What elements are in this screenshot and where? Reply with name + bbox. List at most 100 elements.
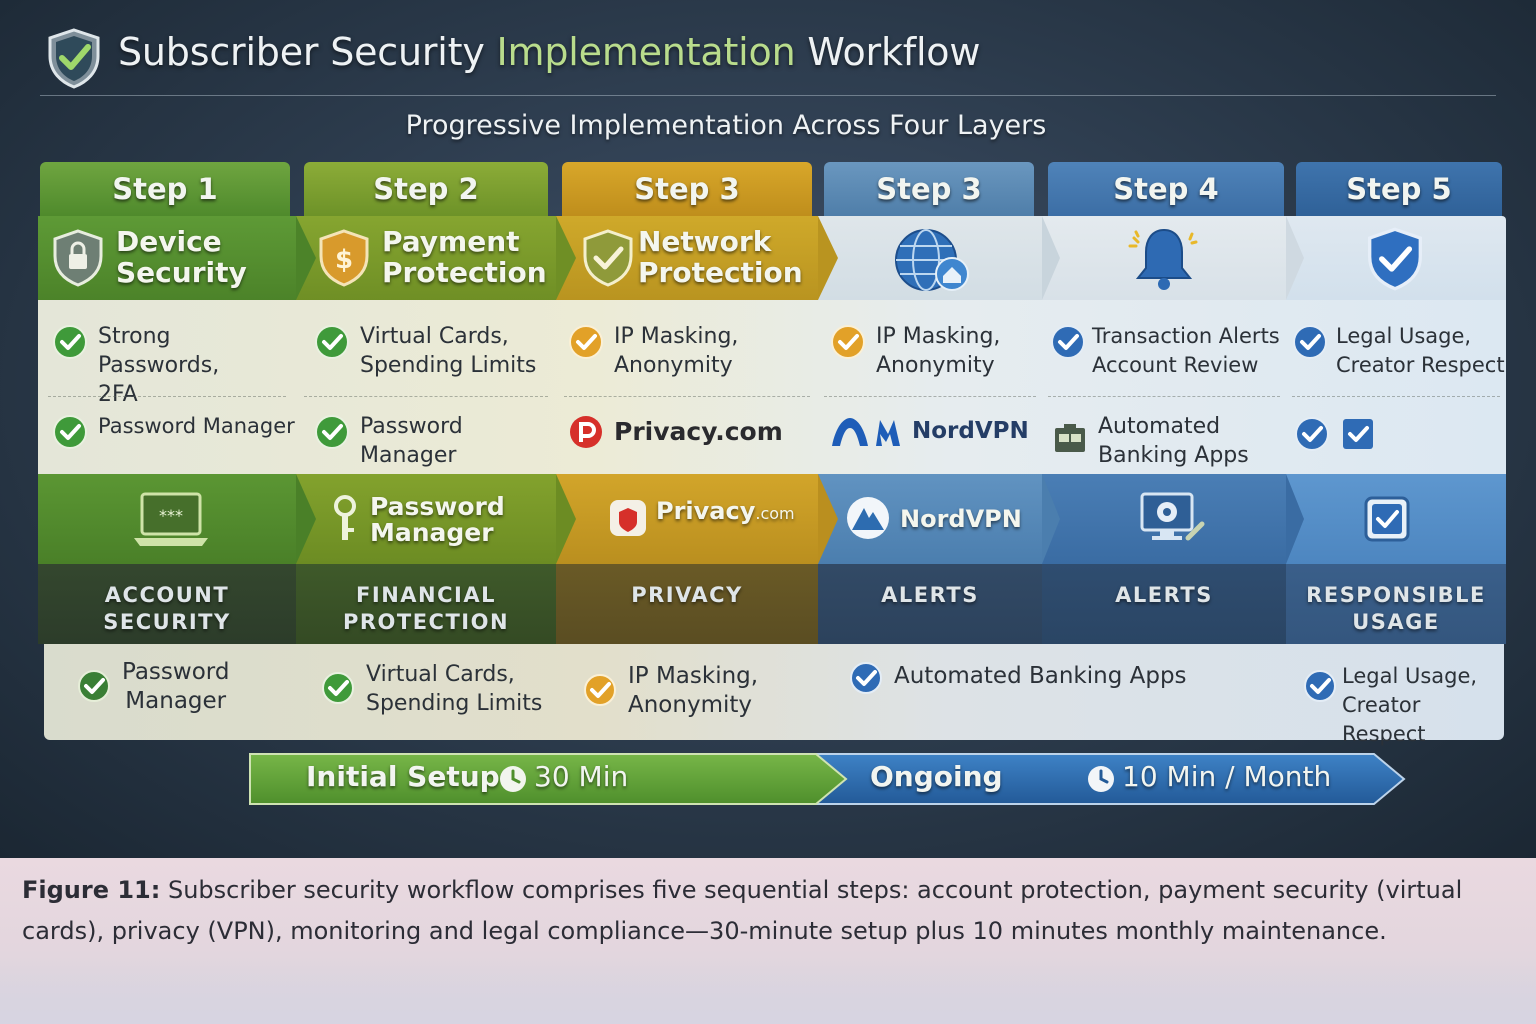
list-item: Automated Banking Apps (1052, 412, 1249, 470)
list-item: Privacy.com (568, 412, 783, 450)
item-line: IP Masking, (628, 663, 759, 689)
divider (1292, 396, 1500, 397)
check-icon (569, 325, 603, 359)
shield-check-icon (1368, 227, 1422, 291)
list-item (1294, 414, 1386, 452)
tool-text: Password Manager (370, 494, 505, 546)
checkbox-icon (1364, 496, 1410, 542)
heading-line: Payment (382, 225, 520, 258)
heading-line: Device (116, 225, 222, 258)
item-text: IP Masking, Anonymity (614, 322, 738, 380)
monitor-gear-icon (1140, 492, 1205, 541)
divider (48, 396, 286, 397)
check-icon (1304, 670, 1336, 702)
list-item: NordVPN (830, 414, 1029, 448)
list-item: Legal Usage, Creator Respect (1292, 322, 1505, 380)
bottom-item-area: Password Manager (38, 644, 296, 740)
check-icon (315, 415, 349, 449)
bell-icon (1128, 228, 1198, 290)
check-icon (1051, 325, 1085, 359)
list-item: Virtual Cards, Spending Limits (314, 322, 536, 380)
timeline: Initial Setup 30 Min Ongoing 10 Min / Mo… (248, 752, 1408, 806)
tool-band: NordVPN (818, 474, 1042, 564)
step-column-2: Step 2 $ Payment Protection Virtual Cards… (296, 162, 556, 740)
check-icon (850, 662, 882, 694)
ongoing-time: 10 Min / Month (1122, 760, 1332, 793)
category-line: RESPONSIBLE (1306, 583, 1486, 607)
category-label: RESPONSIBLE USAGE (1286, 564, 1506, 644)
heading-band (818, 216, 1042, 300)
step-tab: Step 3 (562, 162, 812, 216)
bottom-item-area: Legal Usage, Creator Respect (1286, 644, 1504, 746)
page-title: Subscriber Security Implementation Workf… (118, 30, 980, 74)
item-line: IP Masking, (614, 324, 739, 349)
item-text: Privacy.com (614, 416, 783, 446)
heading-band (1042, 216, 1286, 300)
item-line: Legal Usage, (1336, 324, 1472, 348)
step-column-5: Step 4 Transaction Alerts Account Review … (1042, 162, 1286, 740)
heading-band: Network Protection (556, 216, 818, 300)
item-text: Transaction Alerts Account Review (1092, 322, 1280, 380)
step-column-1: Step 1 Device Security Strong Passwords, 2… (38, 162, 296, 740)
items-area: IP Masking, Anonymity NordVPN (818, 300, 1042, 474)
item-text: Virtual Cards, Spending Limits (360, 322, 536, 380)
heading-line: Protection (382, 256, 547, 289)
item-line: Virtual Cards, (360, 324, 509, 349)
caption-label: Figure 11: (22, 876, 161, 904)
item-text: NordVPN (912, 417, 1029, 444)
item-line: Password (360, 414, 463, 439)
item-line: Banking Apps (1098, 443, 1249, 468)
bottom-item-area: Virtual Cards, Spending Limits (296, 644, 556, 740)
list-item: Legal Usage, Creator Respect (1302, 662, 1504, 749)
heading-text: Device Security (116, 226, 247, 288)
divider (1048, 396, 1280, 397)
item-line: Password (122, 659, 230, 685)
caption-text: Figure 11: Subscriber security workflow … (22, 870, 1502, 952)
item-text: Password Manager (98, 414, 295, 438)
tool-band (1042, 474, 1286, 564)
category-line: USAGE (1352, 610, 1440, 634)
step-tab: Step 2 (304, 162, 548, 216)
item-line: Manager (360, 443, 457, 468)
category-label: ACCOUNT SECURITY (38, 564, 296, 644)
shield-dollar-icon: $ (319, 229, 369, 287)
check-icon (53, 415, 87, 449)
check-icon (78, 670, 110, 702)
heading-line: Protection (638, 256, 803, 289)
caption-fade (0, 960, 1536, 1024)
category-label: ALERTS (818, 564, 1042, 644)
item-line: Anonymity (628, 692, 752, 718)
category-line: ALERTS (1115, 583, 1213, 607)
privacy-logo-icon (570, 416, 602, 448)
tool-band (1286, 474, 1506, 564)
list-item: IP Masking, Anonymity (582, 662, 758, 720)
header: Subscriber Security Implementation Workf… (40, 22, 1496, 96)
shield-check-icon (48, 28, 100, 89)
heading-band: $ Payment Protection (296, 216, 556, 300)
ongoing-label: Ongoing (870, 760, 1003, 793)
checkbox-icon (1343, 419, 1373, 449)
item-line: Automated (1098, 414, 1221, 439)
figure-caption: Figure 11: Subscriber security workflow … (0, 858, 1536, 1024)
heading-band: Device Security (38, 216, 296, 300)
laptop-password-icon: *** (134, 492, 208, 546)
check-icon (53, 325, 87, 359)
tool-text: Privacy.com (656, 498, 795, 527)
list-item: Virtual Cards, Spending Limits (320, 660, 542, 718)
item-line: Virtual Cards, (366, 662, 515, 687)
divider (824, 396, 1036, 397)
heading-text: Network Protection (638, 226, 803, 288)
key-icon (334, 495, 356, 540)
item-line: Legal Usage, (1342, 664, 1478, 688)
tool-text: NordVPN (900, 505, 1022, 533)
step-tab: Step 5 (1296, 162, 1502, 216)
items-area: Legal Usage, Creator Respect (1286, 300, 1506, 474)
heading-line: Network (638, 225, 772, 258)
item-text: IP Masking, Anonymity (628, 662, 758, 720)
list-item: IP Masking, Anonymity (830, 322, 1000, 380)
item-line: Anonymity (876, 353, 995, 378)
category-line: PROTECTION (342, 610, 510, 634)
heading-band (1286, 216, 1506, 300)
check-icon (322, 672, 354, 704)
item-text: Password Manager (360, 412, 463, 470)
